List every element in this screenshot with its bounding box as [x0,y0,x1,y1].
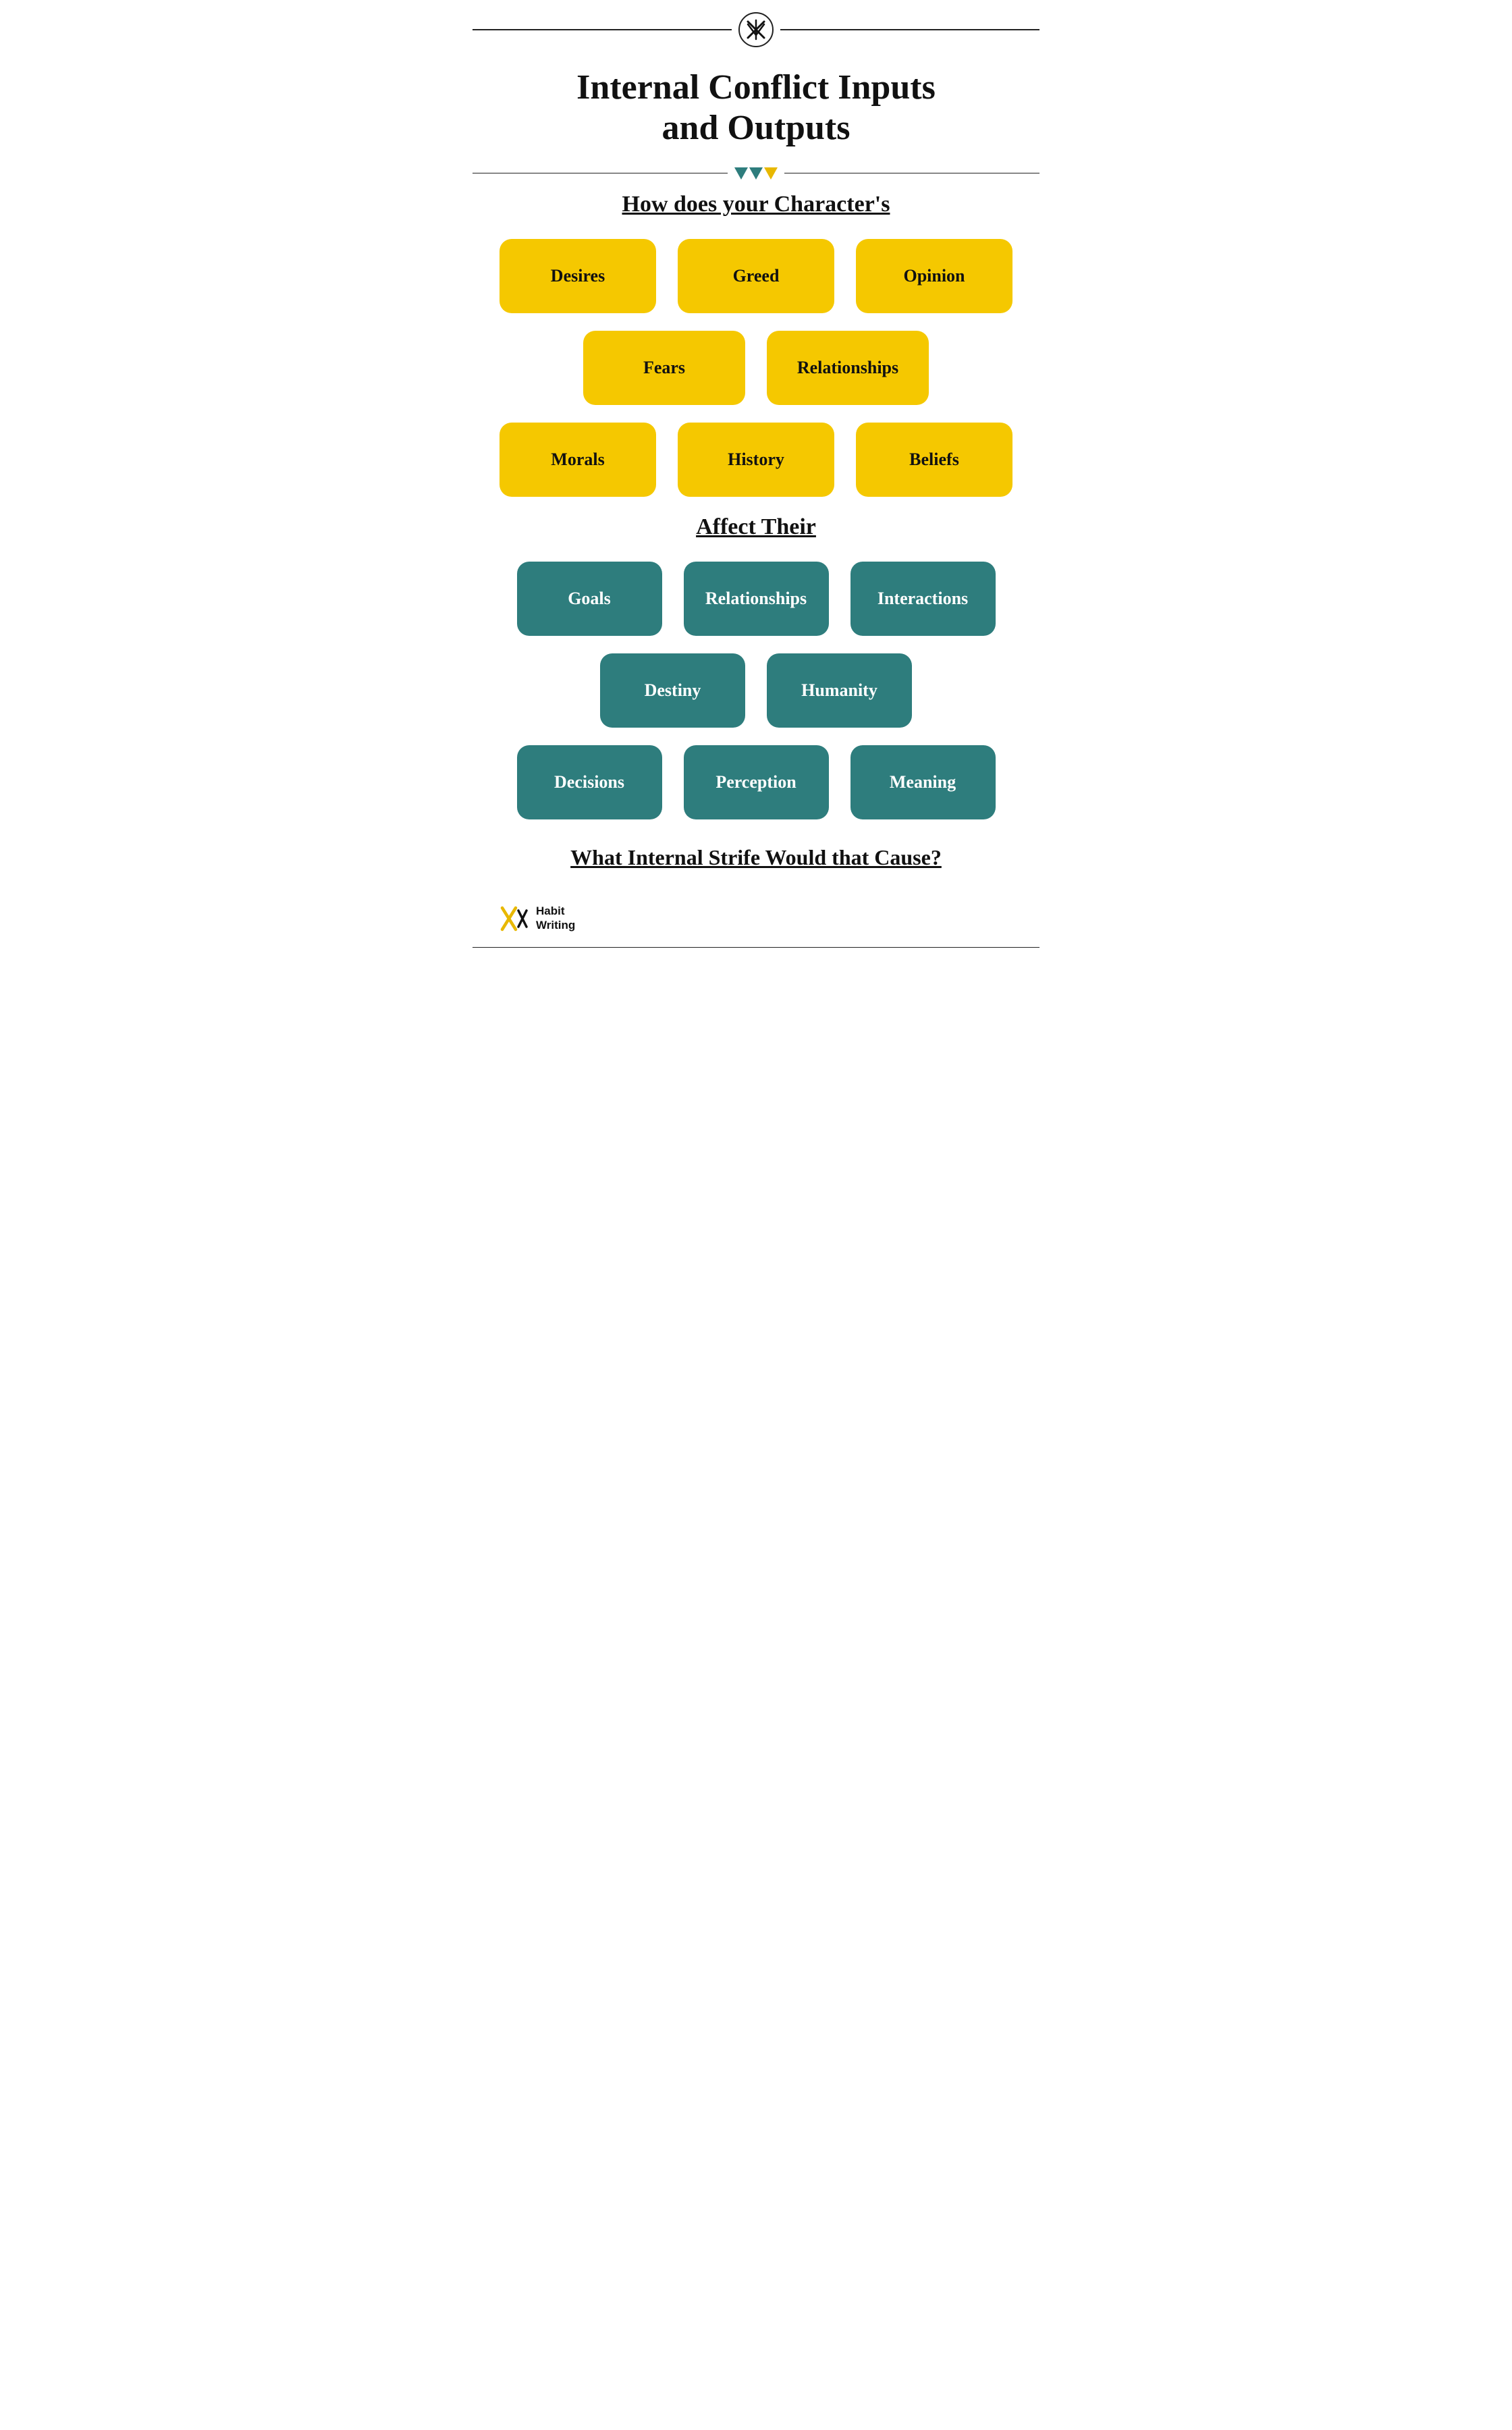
box-goals: Goals [517,562,662,636]
divider-line-left [473,173,728,174]
arrow-gold [764,167,778,180]
page: Internal Conflict Inputs and Outputs How… [473,0,1040,975]
outputs-row3: Decisions Perception Meaning [473,745,1040,819]
logo-svg [744,18,768,42]
brand-logo [500,904,529,934]
box-desires: Desires [500,239,656,313]
box-meaning: Meaning [850,745,996,819]
bottom-line [473,947,1040,948]
top-line-right [780,29,1040,30]
divider-line-right [784,173,1040,174]
main-title: Internal Conflict Inputs and Outputs [473,47,1040,148]
top-logo-bar [473,0,1040,47]
arrow-divider [473,167,1040,180]
box-decisions: Decisions [517,745,662,819]
section3-heading: What Internal Strife Would that Cause? [513,845,999,870]
box-greed: Greed [678,239,834,313]
section2-heading: Affect Their [473,514,1040,540]
box-fears: Fears [583,331,745,405]
box-interactions: Interactions [850,562,996,636]
box-relationships-output: Relationships [684,562,829,636]
brand-logo-svg [500,904,529,934]
box-destiny: Destiny [600,653,745,728]
arrow-teal-1 [734,167,748,180]
section1-heading: How does your Character's [473,192,1040,217]
brand-name: Habit Writing [536,905,575,932]
box-history: History [678,423,834,497]
arrow-teal-2 [749,167,763,180]
logo-circle [738,12,774,47]
inputs-row3: Morals History Beliefs [473,423,1040,497]
top-line-left [473,29,732,30]
outputs-row1: Goals Relationships Interactions [473,562,1040,636]
box-morals: Morals [500,423,656,497]
box-perception: Perception [684,745,829,819]
box-beliefs: Beliefs [856,423,1013,497]
box-humanity: Humanity [767,653,912,728]
box-relationships-input: Relationships [767,331,929,405]
bottom-brand: Habit Writing [473,897,1040,940]
outputs-row2: Destiny Humanity [473,653,1040,728]
inputs-row1: Desires Greed Opinion [473,239,1040,313]
box-opinion: Opinion [856,239,1013,313]
inputs-row2: Fears Relationships [473,331,1040,405]
arrow-group [734,167,778,180]
